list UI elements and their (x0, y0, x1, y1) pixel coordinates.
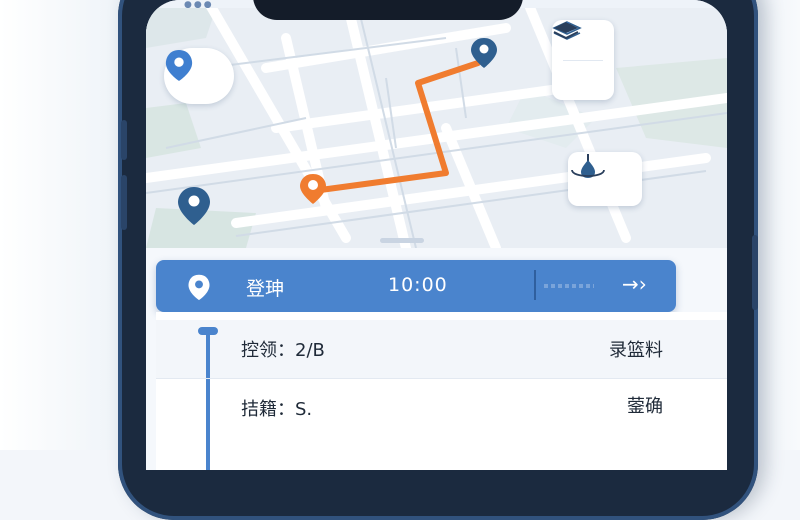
divider (534, 270, 536, 300)
route-details-sheet: 控领：2/B 录篮料 拮籍：S. 蓥确 (156, 312, 727, 470)
detail-row-1-right[interactable]: 录篮料 (609, 336, 663, 362)
my-location-button[interactable] (164, 48, 234, 104)
background-left (0, 0, 125, 450)
camera-notch (253, 0, 523, 20)
detail-row-2-left: 拮籍：S. (241, 399, 313, 420)
sheet-drag-handle[interactable] (380, 238, 424, 243)
recenter-button[interactable] (568, 152, 642, 206)
route-time: 10:00 (388, 274, 448, 296)
detail-row-2-right[interactable]: 蓥确 (627, 392, 663, 418)
route-destination-label: 登珅 (246, 278, 285, 300)
divider (563, 59, 603, 61)
divider (156, 378, 727, 379)
route-summary-bar[interactable]: 登珅 10:00 →› (156, 260, 676, 312)
timeline-start-marker (198, 327, 218, 335)
map-canvas (146, 8, 727, 248)
phone-screen: ●●● 登珅 10:00 →› 控领：2/B 录篮料 拮籍：S. 蓥确 (146, 0, 727, 470)
progress-dots (544, 284, 594, 288)
route-timeline (206, 332, 210, 470)
power-button (752, 235, 758, 310)
location-pin-icon (186, 273, 212, 305)
go-arrow-icon[interactable]: →› (622, 272, 647, 296)
detail-row-1-left: 控领：2/B (241, 340, 325, 361)
map-layers-control[interactable] (552, 20, 614, 100)
volume-up-button (121, 120, 127, 160)
volume-down-button (121, 175, 127, 230)
map-view[interactable] (146, 8, 727, 248)
